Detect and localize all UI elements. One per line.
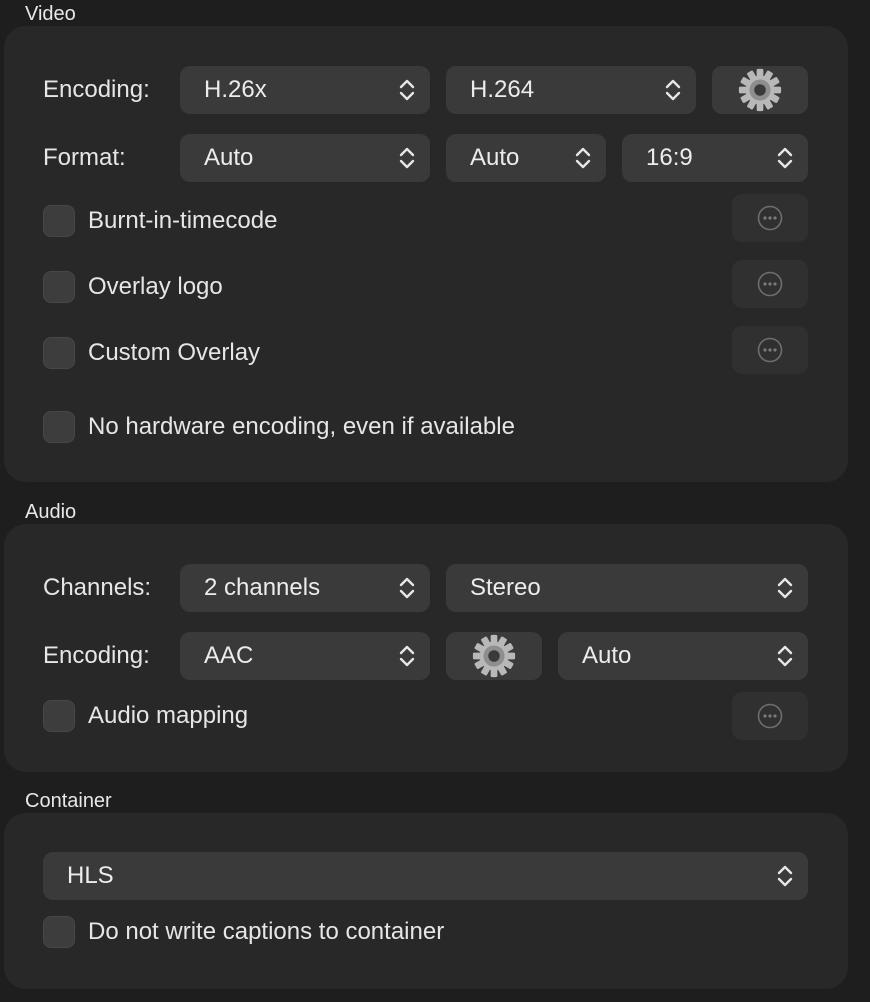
burnt-in-timecode-checkbox[interactable] [43, 205, 75, 237]
up-down-chevron-icon [398, 643, 416, 669]
video-encoding-family-popup[interactable]: H.26x [180, 66, 430, 114]
video-format-popup[interactable]: Auto [180, 134, 430, 182]
custom-overlay-row: Custom Overlay [43, 337, 260, 369]
ellipsis-circle-icon [757, 205, 783, 231]
audio-encoding-label: Encoding: [43, 642, 150, 669]
no-captions-checkbox[interactable] [43, 916, 75, 948]
ellipsis-circle-icon [757, 271, 783, 297]
no-captions-row: Do not write captions to container [43, 916, 444, 948]
container-panel [4, 813, 848, 989]
audio-section-title: Audio [25, 501, 77, 523]
custom-overlay-checkbox[interactable] [43, 337, 75, 369]
gear-icon [737, 67, 783, 113]
burnt-in-timecode-options-button[interactable] [732, 194, 808, 242]
video-section-title: Video [25, 3, 76, 25]
audio-bitrate-popup[interactable]: Auto [558, 632, 808, 680]
up-down-chevron-icon [776, 643, 794, 669]
up-down-chevron-icon [776, 863, 794, 889]
up-down-chevron-icon [398, 575, 416, 601]
no-hardware-encoding-checkbox[interactable] [43, 411, 75, 443]
video-encoding-settings-button[interactable] [712, 66, 808, 114]
video-aspect-ratio-value: 16:9 [646, 144, 693, 171]
custom-overlay-options-button[interactable] [732, 326, 808, 374]
up-down-chevron-icon [574, 145, 592, 171]
audio-encoding-settings-button[interactable] [446, 632, 542, 680]
video-format-size-value: Auto [470, 144, 520, 171]
audio-channel-layout-popup[interactable]: Stereo [446, 564, 808, 612]
audio-mapping-options-button[interactable] [732, 692, 808, 740]
video-encoding-codec-value: H.264 [470, 76, 535, 103]
audio-encoding-popup[interactable]: AAC [180, 632, 430, 680]
up-down-chevron-icon [664, 77, 682, 103]
audio-mapping-row: Audio mapping [43, 700, 248, 732]
container-format-value: HLS [67, 862, 114, 889]
custom-overlay-label: Custom Overlay [88, 339, 261, 366]
burnt-in-timecode-row: Burnt-in-timecode [43, 205, 277, 237]
gear-icon [471, 633, 517, 679]
no-hardware-encoding-row: No hardware encoding, even if available [43, 411, 515, 443]
video-encoding-family-value: H.26x [204, 76, 267, 103]
video-format-value: Auto [204, 144, 254, 171]
overlay-logo-row: Overlay logo [43, 271, 223, 303]
up-down-chevron-icon [398, 77, 416, 103]
audio-channels-value: 2 channels [204, 574, 321, 601]
audio-mapping-label: Audio mapping [88, 702, 249, 729]
no-hardware-encoding-label: No hardware encoding, even if available [88, 413, 515, 440]
audio-mapping-checkbox[interactable] [43, 700, 75, 732]
ellipsis-circle-icon [757, 337, 783, 363]
burnt-in-timecode-label: Burnt-in-timecode [88, 207, 278, 234]
overlay-logo-label: Overlay logo [88, 273, 223, 300]
audio-channels-popup[interactable]: 2 channels [180, 564, 430, 612]
up-down-chevron-icon [776, 575, 794, 601]
container-section-title: Container [25, 790, 112, 812]
container-format-popup[interactable]: HLS [43, 852, 808, 900]
audio-encoding-value: AAC [204, 642, 254, 669]
video-aspect-ratio-popup[interactable]: 16:9 [622, 134, 808, 182]
up-down-chevron-icon [398, 145, 416, 171]
ellipsis-circle-icon [757, 703, 783, 729]
audio-channels-label: Channels: [43, 574, 152, 601]
video-encoding-codec-popup[interactable]: H.264 [446, 66, 696, 114]
no-captions-label: Do not write captions to container [88, 918, 445, 945]
video-format-size-popup[interactable]: Auto [446, 134, 606, 182]
up-down-chevron-icon [776, 145, 794, 171]
video-format-label: Format: [43, 144, 126, 171]
audio-channel-layout-value: Stereo [470, 574, 541, 601]
video-encoding-label: Encoding: [43, 76, 150, 103]
audio-bitrate-value: Auto [582, 642, 632, 669]
overlay-logo-options-button[interactable] [732, 260, 808, 308]
overlay-logo-checkbox[interactable] [43, 271, 75, 303]
